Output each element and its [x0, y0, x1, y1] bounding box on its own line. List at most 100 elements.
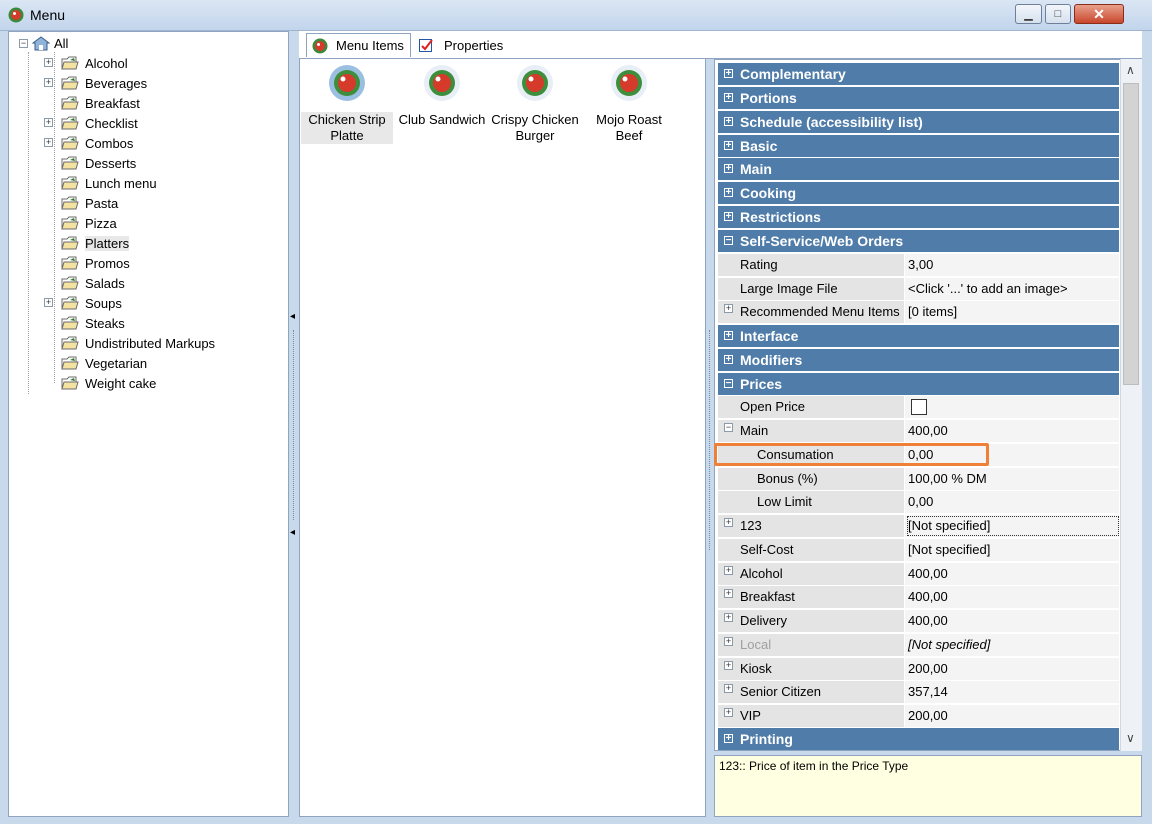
tree-item[interactable]: Weight cake: [41, 373, 156, 393]
category-interface[interactable]: + Interface: [718, 325, 1119, 348]
property-row-open-price[interactable]: Open Price: [718, 396, 1119, 419]
tree-item[interactable]: Desserts: [41, 153, 136, 173]
splitter-grip[interactable]: [709, 330, 710, 550]
open-price-checkbox[interactable]: [911, 399, 927, 415]
property-value[interactable]: 400,00: [908, 613, 948, 628]
tab-properties[interactable]: Properties: [413, 33, 513, 57]
expand-icon[interactable]: +: [724, 188, 733, 198]
property-value[interactable]: 200,00: [908, 661, 948, 676]
tree-item[interactable]: Breakfast: [41, 93, 140, 113]
property-value[interactable]: 0,00: [908, 494, 933, 509]
tree-item[interactable]: Pasta: [41, 193, 118, 213]
expand-icon[interactable]: +: [724, 637, 733, 646]
expand-icon[interactable]: +: [724, 566, 733, 575]
property-value[interactable]: [Not specified]: [908, 637, 990, 652]
expand-icon[interactable]: +: [724, 355, 733, 365]
property-row-self-cost[interactable]: Self-Cost [Not specified]: [718, 539, 1119, 562]
property-value[interactable]: [0 items]: [908, 304, 957, 319]
property-row-senior-citizen[interactable]: + Senior Citizen 357,14: [718, 681, 1119, 704]
property-row-delivery[interactable]: + Delivery 400,00: [718, 610, 1119, 633]
expand-icon[interactable]: +: [724, 304, 733, 313]
category-modifiers[interactable]: + Modifiers: [718, 349, 1119, 372]
category-restrictions[interactable]: + Restrictions: [718, 206, 1119, 229]
category-main[interactable]: + Main: [718, 158, 1119, 181]
expand-icon[interactable]: +: [724, 141, 733, 151]
property-row-bonus[interactable]: Bonus (%) 100,00 % DM: [718, 468, 1119, 491]
expand-icon[interactable]: +: [44, 78, 53, 87]
tree-item[interactable]: + Soups: [41, 293, 122, 313]
tree-item[interactable]: Vegetarian: [41, 353, 147, 373]
scroll-up-icon[interactable]: ∧: [1126, 63, 1135, 77]
maximize-button[interactable]: □: [1045, 4, 1071, 24]
tab-menu-items[interactable]: Menu Items: [306, 33, 411, 57]
property-value[interactable]: 200,00: [908, 708, 948, 723]
property-row-low-limit[interactable]: Low Limit 0,00: [718, 491, 1119, 514]
expand-icon[interactable]: +: [724, 93, 733, 103]
expand-icon[interactable]: +: [724, 589, 733, 598]
property-row-123[interactable]: +123 [Not specified]: [718, 515, 1119, 538]
property-row-main-price[interactable]: − Main 400,00: [718, 420, 1119, 443]
expand-icon[interactable]: +: [724, 164, 733, 174]
category-complementary[interactable]: + Complementary: [718, 63, 1119, 86]
tree-item[interactable]: + Combos: [41, 133, 133, 153]
expand-icon[interactable]: +: [44, 298, 53, 307]
expand-icon[interactable]: +: [724, 661, 733, 670]
property-row-recommended[interactable]: + Recommended Menu Items [0 items]: [718, 301, 1119, 324]
expand-icon[interactable]: +: [724, 684, 733, 693]
category-basic[interactable]: + Basic: [718, 135, 1119, 158]
menu-item-tile[interactable]: Chicken Strip Platte: [301, 64, 393, 144]
tree-item[interactable]: + Beverages: [41, 73, 147, 93]
tree-item[interactable]: Steaks: [41, 313, 125, 333]
splitter-grip[interactable]: [293, 330, 294, 520]
collapse-left-arrow-icon[interactable]: ◂: [290, 527, 295, 538]
expand-icon[interactable]: +: [44, 58, 53, 67]
expand-icon[interactable]: +: [44, 138, 53, 147]
category-prices[interactable]: − Prices: [718, 373, 1119, 396]
collapse-icon[interactable]: −: [724, 423, 733, 432]
expand-icon[interactable]: +: [724, 518, 733, 527]
collapse-icon[interactable]: −: [724, 236, 733, 246]
collapse-left-arrow-icon[interactable]: ◂: [290, 311, 295, 322]
property-row-kiosk[interactable]: + Kiosk 200,00: [718, 658, 1119, 681]
property-value[interactable]: 400,00: [908, 423, 948, 438]
minimize-button[interactable]: ▁: [1015, 4, 1042, 24]
property-row-breakfast[interactable]: + Breakfast 400,00: [718, 586, 1119, 609]
tree-item[interactable]: Pizza: [41, 213, 117, 233]
category-cooking[interactable]: + Cooking: [718, 182, 1119, 205]
property-value[interactable]: 357,14: [908, 684, 948, 699]
category-printing[interactable]: + Printing: [718, 728, 1119, 750]
tree-item[interactable]: Platters: [41, 233, 130, 253]
tree-root-all[interactable]: − All: [19, 33, 68, 53]
expand-icon[interactable]: +: [724, 212, 733, 222]
close-button[interactable]: ✕: [1074, 4, 1124, 24]
property-value[interactable]: 400,00: [908, 589, 948, 604]
property-row-alcohol[interactable]: + Alcohol 400,00: [718, 563, 1119, 586]
expand-icon[interactable]: +: [44, 118, 53, 127]
scroll-down-icon[interactable]: ∨: [1126, 731, 1135, 745]
expand-icon[interactable]: +: [724, 708, 733, 717]
menu-item-tile[interactable]: Mojo Roast Beef: [583, 64, 675, 144]
property-row-rating[interactable]: Rating 3,00: [718, 254, 1119, 277]
category-portions[interactable]: + Portions: [718, 87, 1119, 110]
property-value[interactable]: [Not specified]: [908, 542, 990, 557]
property-grid-scrollbar[interactable]: ∧ ∨: [1120, 59, 1142, 751]
collapse-icon[interactable]: −: [19, 38, 28, 48]
tree-item[interactable]: + Alcohol: [41, 53, 128, 73]
property-value[interactable]: 100,00 % DM: [908, 471, 987, 486]
property-value[interactable]: 400,00: [908, 566, 948, 581]
tree-item[interactable]: + Checklist: [41, 113, 138, 133]
property-value[interactable]: 3,00: [908, 257, 933, 272]
property-value[interactable]: [Not specified]: [908, 518, 990, 533]
property-row-vip[interactable]: + VIP 200,00: [718, 705, 1119, 728]
expand-icon[interactable]: +: [724, 331, 733, 341]
expand-icon[interactable]: +: [724, 613, 733, 622]
tree-item[interactable]: Lunch menu: [41, 173, 157, 193]
collapse-icon[interactable]: −: [724, 379, 733, 389]
tree-item[interactable]: Undistributed Markups: [41, 333, 215, 353]
property-row-local[interactable]: + Local [Not specified]: [718, 634, 1119, 657]
tree-item[interactable]: Promos: [41, 253, 130, 273]
expand-icon[interactable]: +: [724, 117, 733, 127]
category-schedule[interactable]: + Schedule (accessibility list): [718, 111, 1119, 134]
property-value[interactable]: <Click '...' to add an image>: [908, 281, 1068, 296]
tree-item[interactable]: Salads: [41, 273, 125, 293]
